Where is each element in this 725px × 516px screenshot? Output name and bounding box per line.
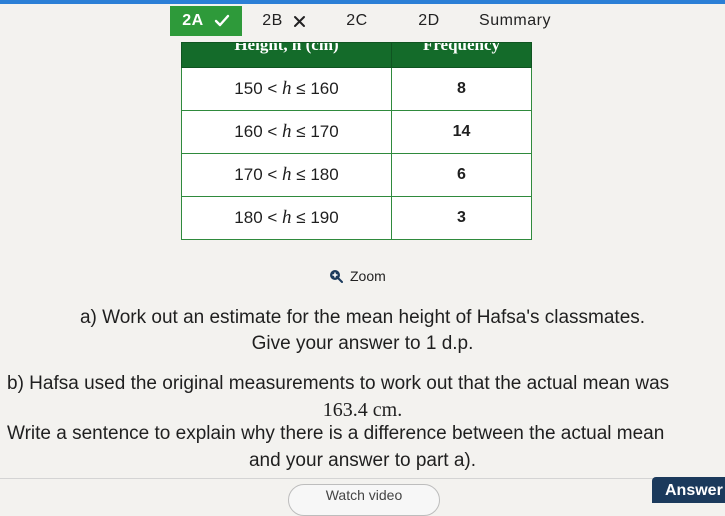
header-frequency: Frequency bbox=[391, 42, 532, 68]
tab-2c-label: 2C bbox=[346, 12, 368, 29]
table-row: 170 < h ≤ 180 6 bbox=[181, 153, 532, 197]
check-icon bbox=[214, 14, 230, 28]
tab-2d[interactable]: 2D bbox=[404, 6, 454, 36]
frequency-cell: 14 bbox=[391, 110, 532, 154]
tab-summary-label: Summary bbox=[479, 12, 551, 29]
frequency-cell: 3 bbox=[391, 196, 532, 240]
question-b-text: b) Hafsa used the original measurements … bbox=[7, 373, 670, 394]
height-range-cell: 160 < h ≤ 170 bbox=[181, 110, 392, 154]
table-row: 150 < h ≤ 160 8 bbox=[181, 67, 532, 111]
table-row: 160 < h ≤ 170 14 bbox=[181, 110, 532, 154]
question-a-text: a) Work out an estimate for the mean hei… bbox=[79, 307, 646, 328]
frequency-table: Height, h (cm) Frequency 150 < h ≤ 160 8… bbox=[181, 42, 532, 240]
watch-video-button[interactable]: Watch video bbox=[288, 484, 440, 516]
cross-icon bbox=[293, 15, 306, 28]
tab-2b[interactable]: 2B bbox=[248, 6, 320, 36]
height-range-cell: 180 < h ≤ 190 bbox=[181, 196, 392, 240]
height-range-cell: 150 < h ≤ 160 bbox=[181, 67, 392, 111]
tab-2c[interactable]: 2C bbox=[332, 6, 382, 36]
question-a-instruction: Give your answer to 1 d.p. bbox=[251, 333, 474, 354]
actual-mean-value: 163.4 cm. bbox=[322, 399, 403, 421]
frequency-cell: 8 bbox=[391, 67, 532, 111]
tab-2b-label: 2B bbox=[262, 12, 283, 29]
height-range-cell: 170 < h ≤ 180 bbox=[181, 153, 392, 197]
header-height: Height, h (cm) bbox=[181, 42, 392, 68]
question-b-instruction: Write a sentence to explain why there is… bbox=[7, 423, 665, 444]
tab-2a-label: 2A bbox=[182, 12, 204, 29]
zoom-button[interactable]: Zoom bbox=[329, 268, 386, 284]
question-tabs: 2A 2B 2C 2D Summary bbox=[170, 4, 560, 38]
footer-divider bbox=[0, 478, 725, 479]
question-b-instruction-cont: and your answer to part a). bbox=[248, 450, 477, 471]
frequency-cell: 6 bbox=[391, 153, 532, 197]
zoom-label: Zoom bbox=[350, 268, 386, 284]
table-row: 180 < h ≤ 190 3 bbox=[181, 196, 532, 240]
answer-button[interactable]: Answer bbox=[652, 477, 725, 503]
tab-2d-label: 2D bbox=[418, 12, 440, 29]
zoom-icon bbox=[329, 269, 343, 283]
tab-summary[interactable]: Summary bbox=[470, 6, 560, 36]
tab-2a[interactable]: 2A bbox=[170, 6, 242, 36]
